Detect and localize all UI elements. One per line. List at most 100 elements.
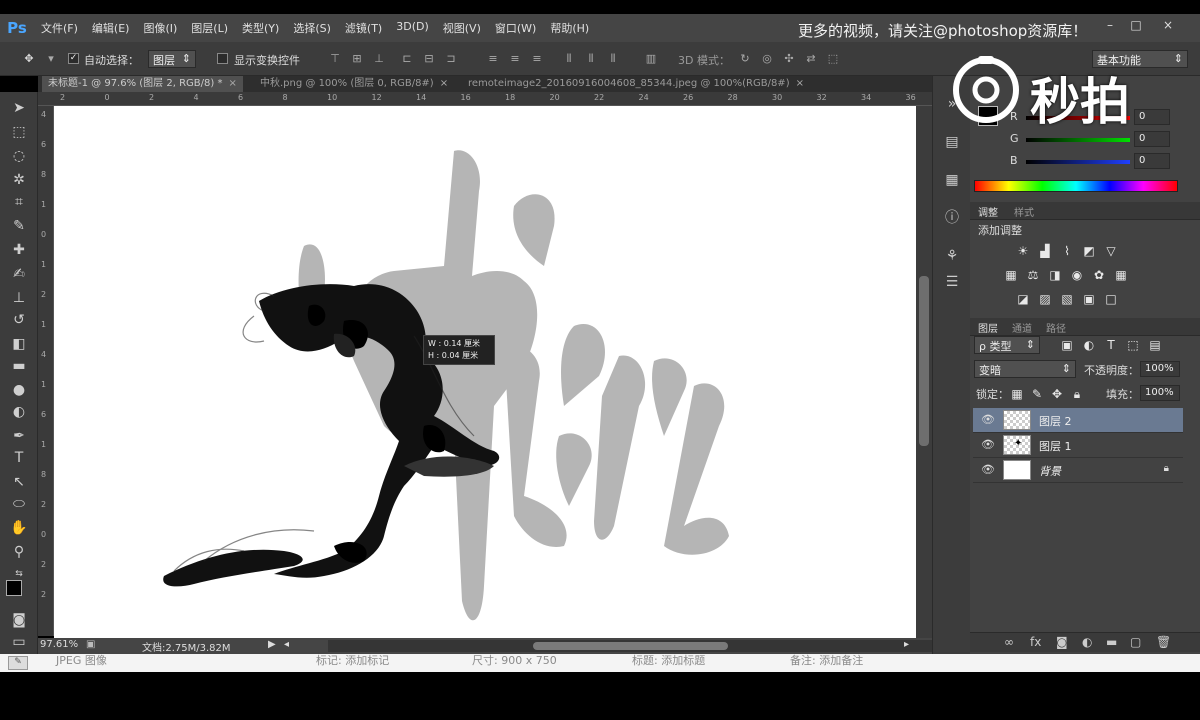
menu-item-4[interactable]: 类型(Y) <box>235 20 286 36</box>
tab-document-1[interactable]: 未标题-1 @ 97.6% (图层 2, RGB/8) * × <box>42 76 243 92</box>
threshold-icon[interactable]: ▧ <box>1060 292 1074 306</box>
scroll-left-icon[interactable]: ◂ <box>284 639 289 650</box>
opacity-value[interactable]: 100% <box>1140 361 1180 377</box>
foreground-color-swatch[interactable] <box>6 580 22 596</box>
document-canvas[interactable]: W : 0.14 厘米 H : 0.04 厘米 <box>54 106 916 638</box>
move-tool-icon[interactable]: ➤ <box>9 98 29 118</box>
selective-color-icon[interactable]: □ <box>1104 292 1118 306</box>
filter-adjust-icon[interactable]: ◐ <box>1082 338 1096 352</box>
hue-saturation-icon[interactable]: ▦ <box>1004 268 1018 282</box>
tab-document-3[interactable]: remoteimage2_20160916004608_85344.jpeg @… <box>462 76 810 92</box>
exposure-icon[interactable]: ◩ <box>1082 244 1096 258</box>
eye-icon[interactable]: 👁︎ <box>981 463 995 477</box>
distribute-hcenter-icon[interactable]: ⦀ <box>584 52 598 66</box>
layer-name[interactable]: 图层 1 <box>1039 438 1072 454</box>
minimize-icon[interactable]: – <box>1102 18 1118 32</box>
levels-icon[interactable]: ▟ <box>1038 244 1052 258</box>
brightness-icon[interactable]: ☀ <box>1016 244 1030 258</box>
channel-g-value[interactable]: 0 <box>1134 131 1170 147</box>
lock-transparent-icon[interactable]: ▦ <box>1010 387 1024 401</box>
horizontal-scroll-thumb[interactable] <box>533 642 728 650</box>
tab-close-icon[interactable]: × <box>796 78 804 89</box>
info-icon[interactable]: ⓘ <box>942 208 962 228</box>
zoom-tool-icon[interactable]: ⚲ <box>9 542 29 562</box>
menu-item-0[interactable]: 文件(F) <box>34 20 85 36</box>
tab-document-2[interactable]: 中秋.png @ 100% (图层 0, RGB/8#) × <box>254 76 454 92</box>
character-icon[interactable]: ☰ <box>942 272 962 292</box>
pen-tool-icon[interactable]: ✒ <box>9 426 29 446</box>
menu-item-3[interactable]: 图层(L) <box>184 20 235 36</box>
distribute-top-icon[interactable]: ≡ <box>486 52 500 66</box>
screen-mode-icon[interactable]: ▭ <box>9 632 29 652</box>
horizontal-scrollbar[interactable] <box>328 640 948 652</box>
close-icon[interactable]: × <box>1160 18 1176 32</box>
filter-pixel-icon[interactable]: ▣ <box>1060 338 1074 352</box>
blend-mode-dropdown[interactable]: 变暗 ⇕ <box>974 360 1076 378</box>
channel-b-value[interactable]: 0 <box>1134 153 1170 169</box>
layer-name[interactable]: 背景 <box>1039 463 1061 479</box>
eyedropper-icon[interactable]: ✎ <box>9 216 29 236</box>
channel-g-slider[interactable] <box>1026 138 1130 142</box>
fx-icon[interactable]: fx <box>1030 635 1041 649</box>
layer-row-background[interactable]: 👁︎ 背景 🔒︎ <box>973 458 1183 483</box>
lasso-tool-icon[interactable]: ◌ <box>9 146 29 166</box>
align-right-icon[interactable]: ⊐ <box>444 52 458 66</box>
lock-paint-icon[interactable]: ✎ <box>1030 387 1044 401</box>
align-bottom-icon[interactable]: ⊥ <box>372 52 386 66</box>
crop-tool-icon[interactable]: ⌗ <box>9 192 29 212</box>
tab-paths[interactable]: 路径 <box>1046 320 1066 335</box>
photo-filter-icon[interactable]: ◉ <box>1070 268 1084 282</box>
gradient-tool-icon[interactable]: ▬ <box>9 356 29 376</box>
history-icon[interactable]: ▤ <box>942 132 962 152</box>
layer-row-2[interactable]: 👁︎ 图层 2 <box>973 408 1183 433</box>
filter-shape-icon[interactable]: ⬚ <box>1126 338 1140 352</box>
properties-icon[interactable]: ⚘ <box>942 246 962 266</box>
align-hcenter-icon[interactable]: ⊟ <box>422 52 436 66</box>
menu-item-1[interactable]: 编辑(E) <box>85 20 137 36</box>
eye-icon[interactable]: 👁︎ <box>981 413 995 427</box>
dodge-tool-icon[interactable]: ◐ <box>9 402 29 422</box>
layer-filter-dropdown[interactable]: ρ 类型 ⇕ <box>974 336 1040 354</box>
tab-channels[interactable]: 通道 <box>1012 320 1032 335</box>
eye-icon[interactable]: 👁︎ <box>981 438 995 452</box>
color-lookup-icon[interactable]: ▦ <box>1114 268 1128 282</box>
distribute-vcenter-icon[interactable]: ≡ <box>508 52 522 66</box>
vertical-scrollbar[interactable] <box>916 106 932 638</box>
menu-item-9[interactable]: 窗口(W) <box>488 20 543 36</box>
link-layers-icon[interactable]: ∞ <box>1004 635 1014 649</box>
path-select-icon[interactable]: ↖ <box>9 472 29 492</box>
color-balance-icon[interactable]: ⚖ <box>1026 268 1040 282</box>
new-group-icon[interactable]: ▬ <box>1106 635 1117 649</box>
move-tool-icon[interactable]: ✥ <box>22 52 36 66</box>
filter-type-icon[interactable]: T <box>1104 338 1118 352</box>
eraser-tool-icon[interactable]: ◧ <box>9 334 29 354</box>
filter-smart-icon[interactable]: ▤ <box>1148 338 1162 352</box>
tab-styles[interactable]: 样式 <box>1014 204 1034 219</box>
hand-tool-icon[interactable]: ✋ <box>9 518 29 538</box>
invert-icon[interactable]: ◪ <box>1016 292 1030 306</box>
align-left-icon[interactable]: ⊏ <box>400 52 414 66</box>
delete-layer-icon[interactable]: 🗑︎ <box>1156 635 1171 649</box>
channel-b-slider[interactable] <box>1026 160 1130 164</box>
menu-item-6[interactable]: 滤镜(T) <box>338 20 389 36</box>
menu-item-5[interactable]: 选择(S) <box>286 20 338 36</box>
3d-slide-icon[interactable]: ⇄ <box>804 52 818 66</box>
new-adjustment-icon[interactable]: ◐ <box>1082 635 1092 649</box>
distribute-right-icon[interactable]: ⦀ <box>606 52 620 66</box>
zoom-level[interactable]: 97.61% <box>40 639 78 650</box>
healing-brush-icon[interactable]: ✚ <box>9 240 29 260</box>
status-menu-arrow-icon[interactable]: ▶ <box>268 639 276 650</box>
distribute-bottom-icon[interactable]: ≡ <box>530 52 544 66</box>
gradient-map-icon[interactable]: ▣ <box>1082 292 1096 306</box>
brush-tool-icon[interactable]: ✍ <box>9 264 29 284</box>
vertical-scroll-thumb[interactable] <box>919 276 929 446</box>
fill-value[interactable]: 100% <box>1140 385 1180 401</box>
menu-item-10[interactable]: 帮助(H) <box>543 20 596 36</box>
lock-all-icon[interactable]: 🔒︎ <box>1070 387 1084 401</box>
canvas-workspace[interactable]: W : 0.14 厘米 H : 0.04 厘米 <box>54 106 916 638</box>
tab-close-icon[interactable]: × <box>228 78 236 89</box>
3d-pan-icon[interactable]: ✣ <box>782 52 796 66</box>
magic-wand-icon[interactable]: ✲ <box>9 170 29 190</box>
layer-row-1[interactable]: 👁︎ ✦ 图层 1 <box>973 433 1183 458</box>
align-vcenter-icon[interactable]: ⊞ <box>350 52 364 66</box>
